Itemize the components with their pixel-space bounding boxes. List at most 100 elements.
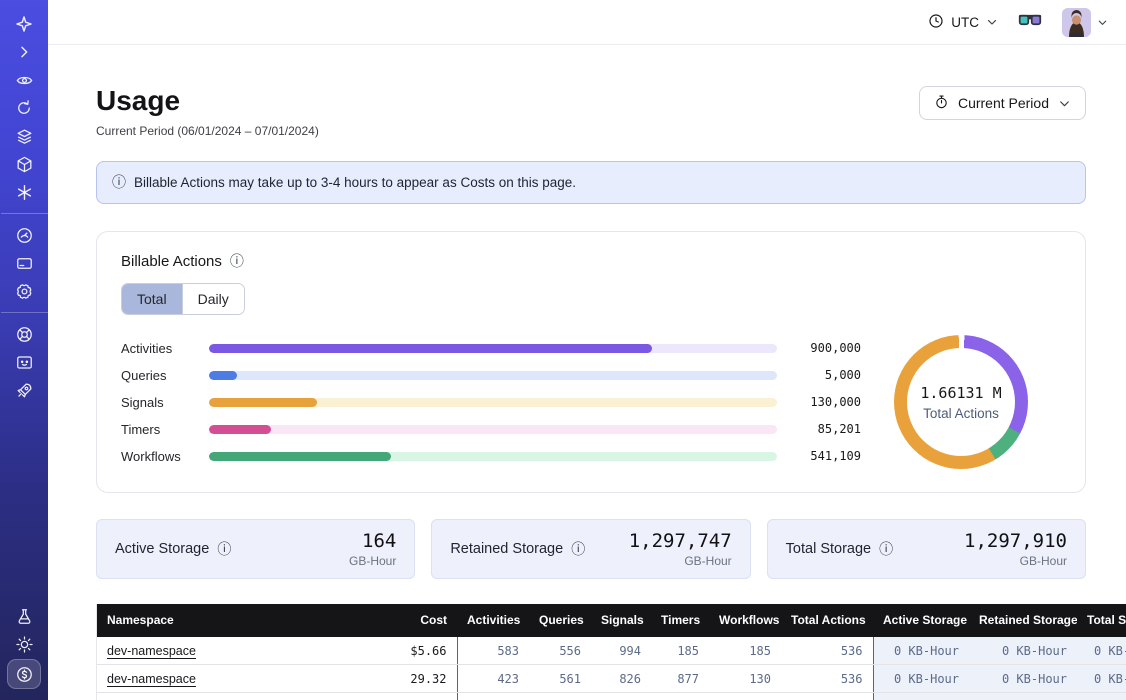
- queries-cell: 536: [529, 693, 591, 700]
- info-icon[interactable]: ⓘ: [571, 542, 585, 556]
- active-storage-card: Active Storage ⓘ 164 GB-Hour: [96, 519, 415, 579]
- usage-bar-row: Timers 85,201: [121, 416, 861, 443]
- col-namespace[interactable]: Namespace: [97, 604, 367, 637]
- timezone-selector[interactable]: UTC: [928, 13, 998, 32]
- usage-bar-row: Signals 130,000: [121, 389, 861, 416]
- page-title: Usage: [96, 86, 319, 117]
- workflows-cell: 185: [709, 637, 781, 665]
- period-button-label: Current Period: [958, 95, 1049, 111]
- col-queries[interactable]: Queries: [529, 604, 591, 637]
- table-header-row: Namespace Cost Activities Queries Signal…: [97, 604, 1126, 637]
- info-icon[interactable]: ⓘ: [879, 542, 893, 556]
- bar-value: 85,201: [789, 422, 861, 436]
- deployments-cube-icon[interactable]: [8, 151, 40, 177]
- timers-cell: 877: [651, 665, 709, 693]
- total-storage-cell: 0 KB-Hour: [1077, 637, 1126, 665]
- active-storage-cell: 0 KB-Hour: [873, 637, 969, 665]
- usage-bar-row: Workflows 541,109: [121, 443, 861, 470]
- table-row: dev-namespace $3.35 492 536 883 816 600 …: [97, 693, 1126, 700]
- tab-total[interactable]: Total: [122, 284, 182, 314]
- namespace-link[interactable]: dev-namespace: [107, 672, 196, 686]
- col-retained-storage[interactable]: Retained Storage: [969, 604, 1077, 637]
- total-actions-cell: 130: [781, 693, 873, 700]
- bar-label: Timers: [121, 422, 209, 437]
- signals-cell: 994: [591, 637, 651, 665]
- workflows-cell: 130: [709, 665, 781, 693]
- col-active-storage[interactable]: Active Storage: [873, 604, 969, 637]
- chevron-down-icon: [1058, 97, 1071, 110]
- page-header: Usage Current Period (06/01/2024 – 07/01…: [96, 86, 1086, 138]
- bar-track: [209, 425, 777, 434]
- retained-storage-card: Retained Storage ⓘ 1,297,747 GB-Hour: [431, 519, 750, 579]
- col-signals[interactable]: Signals: [591, 604, 651, 637]
- total-storage-cell: 0 KB-Hour: [1077, 693, 1126, 700]
- usage-dollar-icon[interactable]: [7, 659, 41, 689]
- col-total-storage[interactable]: Total Storage: [1077, 604, 1126, 637]
- asterisk-icon[interactable]: [8, 179, 40, 205]
- table-row: dev-namespace 29.32 423 561 826 877 130 …: [97, 665, 1126, 693]
- billable-actions-chart: Activities 900,000 Queries 5,000 Signals…: [121, 335, 1061, 470]
- info-icon[interactable]: ⓘ: [217, 542, 231, 556]
- workflows-cell: 600: [709, 693, 781, 700]
- chevron-right-icon[interactable]: [8, 39, 40, 65]
- bar-value: 541,109: [789, 449, 861, 463]
- settings-gear-icon[interactable]: [8, 278, 40, 304]
- storage-card-value: 1,297,910: [964, 530, 1067, 552]
- user-menu[interactable]: [1062, 8, 1108, 37]
- billable-view-toggle: Total Daily: [121, 283, 245, 315]
- sidebar-divider: [1, 213, 48, 214]
- usage-bar-row: Activities 900,000: [121, 335, 861, 362]
- bar-value: 130,000: [789, 395, 861, 409]
- bar-label: Queries: [121, 368, 209, 383]
- bar-value: 900,000: [789, 341, 861, 355]
- col-cost[interactable]: Cost: [367, 604, 457, 637]
- retained-storage-cell: 0 KB-Hour: [969, 637, 1077, 665]
- dev-glasses-icon[interactable]: [1018, 11, 1042, 34]
- bar-chart: Activities 900,000 Queries 5,000 Signals…: [121, 335, 861, 470]
- getting-started-rocket-icon[interactable]: [8, 377, 40, 403]
- bar-fill: [209, 344, 652, 353]
- namespace-usage-table: Namespace Cost Activities Queries Signal…: [96, 604, 1086, 700]
- temporal-logo[interactable]: [8, 11, 40, 37]
- namespaces-icon[interactable]: [8, 67, 40, 93]
- lab-flask-icon[interactable]: [8, 603, 40, 629]
- history-icon[interactable]: [8, 95, 40, 121]
- namespace-link[interactable]: dev-namespace: [107, 644, 196, 658]
- bar-label: Activities: [121, 341, 209, 356]
- table-row: dev-namespace $5.66 583 556 994 185 185 …: [97, 637, 1126, 665]
- active-storage-cell: 0 KB-Hour: [873, 693, 969, 700]
- storage-card-unit: GB-Hour: [964, 554, 1067, 568]
- total-storage-cell: 0 KB-Hour: [1077, 665, 1126, 693]
- bar-track: [209, 371, 777, 380]
- info-banner: ⓘ Billable Actions may take up to 3-4 ho…: [96, 161, 1086, 204]
- layers-icon[interactable]: [8, 123, 40, 149]
- bar-label: Workflows: [121, 449, 209, 464]
- billable-actions-card: Billable Actions ⓘ Total Daily Activitie…: [96, 231, 1086, 493]
- col-timers[interactable]: Timers: [651, 604, 709, 637]
- col-total-actions[interactable]: Total Actions: [781, 604, 873, 637]
- storage-card-label: Total Storage: [786, 541, 871, 557]
- sidebar-divider: [1, 312, 48, 313]
- tab-daily[interactable]: Daily: [182, 284, 244, 314]
- col-workflows[interactable]: Workflows: [709, 604, 781, 637]
- retained-storage-cell: 0 KB-Hour: [969, 693, 1077, 700]
- cost-cell: $5.66: [367, 637, 457, 665]
- billable-actions-title: Billable Actions: [121, 253, 222, 270]
- billing-card-icon[interactable]: [8, 250, 40, 276]
- total-storage-card: Total Storage ⓘ 1,297,910 GB-Hour: [767, 519, 1086, 579]
- col-activities[interactable]: Activities: [457, 604, 529, 637]
- storage-card-unit: GB-Hour: [349, 554, 396, 568]
- activities-cell: 492: [457, 693, 529, 700]
- chevron-down-icon: [1097, 17, 1108, 28]
- feedback-terminal-icon[interactable]: [8, 349, 40, 375]
- timezone-label: UTC: [951, 15, 979, 30]
- gauge-icon[interactable]: [8, 222, 40, 248]
- support-lifebuoy-icon[interactable]: [8, 321, 40, 347]
- total-actions-label: Total Actions: [923, 406, 999, 421]
- info-icon[interactable]: ⓘ: [230, 254, 244, 268]
- theme-sun-icon[interactable]: [8, 631, 40, 657]
- storage-card-label: Active Storage: [115, 541, 209, 557]
- clock-icon: [928, 13, 944, 32]
- period-selector-button[interactable]: Current Period: [919, 86, 1086, 120]
- usage-bar-row: Queries 5,000: [121, 362, 861, 389]
